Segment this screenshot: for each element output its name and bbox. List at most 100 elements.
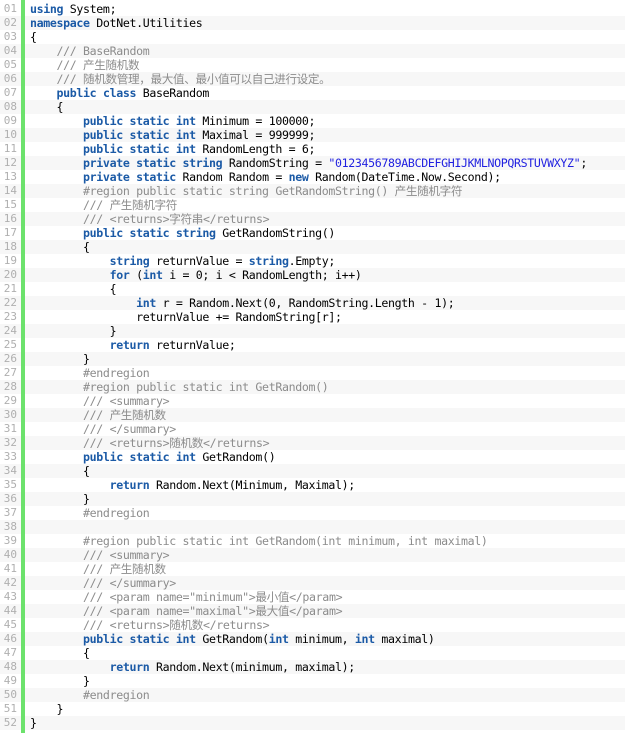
line-source: /// BaseRandom (30, 44, 150, 58)
line-source: /// <param name="maximal">最大值</param> (30, 604, 343, 618)
comment-token: /// 产生随机字符 (83, 198, 178, 212)
keyword-token: private static string (83, 156, 223, 170)
code-token: Random.Next(minimum, maximal); (149, 660, 355, 674)
line-source: /// <summary> (30, 394, 170, 408)
line-number: 49 (3, 674, 17, 687)
line-source: /// 产生随机数 (30, 408, 166, 422)
code-line: 36 } (0, 492, 625, 506)
line-source: return Random.Next(minimum, maximal); (30, 660, 356, 674)
code-line: 47 { (0, 646, 625, 660)
keyword-token: public class (56, 86, 137, 100)
line-source: #endregion (30, 506, 150, 520)
line-number: 48 (3, 660, 17, 673)
code-line: 41 /// 产生随机数 (0, 562, 625, 576)
line-number: 23 (3, 310, 17, 323)
code-viewer: 01 using System; 02 namespace DotNet.Utilit… (0, 0, 625, 733)
code-line: 02 namespace DotNet.Utilities (0, 16, 625, 30)
line-source: namespace DotNet.Utilities (30, 16, 203, 30)
code-token: returnValue = (149, 254, 249, 268)
code-line: 14 #region public static string GetRando… (0, 184, 625, 198)
code-line: 33 public static int GetRandom() (0, 450, 625, 464)
code-line: 39 #region public static int GetRandom(i… (0, 534, 625, 548)
code-line: 38 (0, 520, 625, 534)
line-source: /// 产生随机数 (30, 562, 166, 576)
line-number: 15 (3, 198, 17, 211)
line-source: } (30, 324, 117, 338)
line-source: public static int Maximal = 999999; (30, 128, 315, 142)
line-number: 02 (3, 16, 17, 29)
code-line: 06 /// 随机数管理，最大值、最小值可以自己进行设定。 (0, 72, 625, 86)
code-token: } (83, 674, 90, 688)
comment-token: #endregion (83, 506, 150, 520)
comment-token: #endregion (83, 366, 150, 380)
keyword-token: public static int (83, 450, 196, 464)
code-token: GetRandom( (195, 632, 269, 646)
code-line: 43 /// <param name="minimum">最小值</param> (0, 590, 625, 604)
keyword-token: public static int (83, 114, 196, 128)
line-number: 50 (3, 688, 17, 701)
code-line: 46 public static int GetRandom(int minim… (0, 632, 625, 646)
line-source: for (int i = 0; i < RandomLength; i++) (30, 268, 362, 282)
code-line: 44 /// <param name="maximal">最大值</param> (0, 604, 625, 618)
code-token: { (83, 646, 90, 660)
line-source: return Random.Next(Minimum, Maximal); (30, 478, 356, 492)
code-line: 21 { (0, 282, 625, 296)
keyword-token: public static int (83, 128, 196, 142)
comment-token: /// <returns>随机数</returns> (83, 436, 270, 450)
code-line: 18 { (0, 240, 625, 254)
code-line: 27 #endregion (0, 366, 625, 380)
code-line: 31 /// </summary> (0, 422, 625, 436)
line-source: /// <returns>字符串</returns> (30, 212, 270, 226)
code-line: 29 /// <summary> (0, 394, 625, 408)
line-source: /// 随机数管理，最大值、最小值可以自己进行设定。 (30, 72, 331, 86)
line-source: public static string GetRandomString() (30, 226, 335, 240)
code-line: 30 /// 产生随机数 (0, 408, 625, 422)
line-number: 35 (3, 478, 17, 491)
code-line: 07 public class BaseRandom (0, 86, 625, 100)
comment-token: /// <param name="minimum">最小值</param> (83, 590, 343, 604)
code-token: ; (580, 156, 587, 170)
line-number: 28 (3, 380, 17, 393)
line-source: public static int Minimum = 100000; (30, 114, 315, 128)
code-line: 08 { (0, 100, 625, 114)
code-token: Random Random = (175, 170, 289, 184)
line-number: 14 (3, 184, 17, 197)
code-line: 42 /// </summary> (0, 576, 625, 590)
code-line: 28 #region public static int GetRandom() (0, 380, 625, 394)
code-line: 45 /// <returns>随机数</returns> (0, 618, 625, 632)
code-line: 25 return returnValue; (0, 338, 625, 352)
code-line: 04 /// BaseRandom (0, 44, 625, 58)
code-line: 13 private static Random Random = new Ra… (0, 170, 625, 184)
code-token: { (30, 30, 37, 44)
keyword-token: public static string (83, 226, 216, 240)
code-token: } (109, 324, 117, 338)
string-token: "0123456789ABCDEFGHIJKMLNOPQRSTUVWXYZ" (328, 156, 581, 170)
line-source: { (30, 646, 90, 660)
comment-token: /// <summary> (83, 548, 170, 562)
line-number: 07 (3, 86, 17, 99)
line-number: 16 (3, 212, 17, 225)
line-number: 31 (3, 422, 17, 435)
code-token: BaseRandom (136, 86, 210, 100)
code-line: 40 /// <summary> (0, 548, 625, 562)
line-source: public class BaseRandom (30, 86, 210, 100)
line-number: 38 (3, 520, 17, 533)
code-line: 50 #endregion (0, 688, 625, 702)
line-source: private static Random Random = new Rando… (30, 170, 501, 184)
comment-token: /// <returns>字符串</returns> (83, 212, 270, 226)
keyword-token: return (109, 338, 150, 352)
line-number: 08 (3, 100, 17, 113)
code-line: 51 } (0, 702, 625, 716)
code-token: } (30, 716, 37, 730)
line-number: 44 (3, 604, 17, 617)
code-line: 37 #endregion (0, 506, 625, 520)
line-source: string returnValue = string.Empty; (30, 254, 336, 268)
line-source: { (30, 240, 90, 254)
keyword-token: private static (83, 170, 176, 184)
comment-token: /// 随机数管理，最大值、最小值可以自己进行设定。 (56, 72, 331, 86)
line-source: /// <returns>随机数</returns> (30, 618, 270, 632)
line-number: 25 (3, 338, 17, 351)
comment-token: #region public static int GetRandom(int … (83, 534, 488, 548)
code-line: 34 { (0, 464, 625, 478)
comment-token: /// <summary> (83, 394, 170, 408)
